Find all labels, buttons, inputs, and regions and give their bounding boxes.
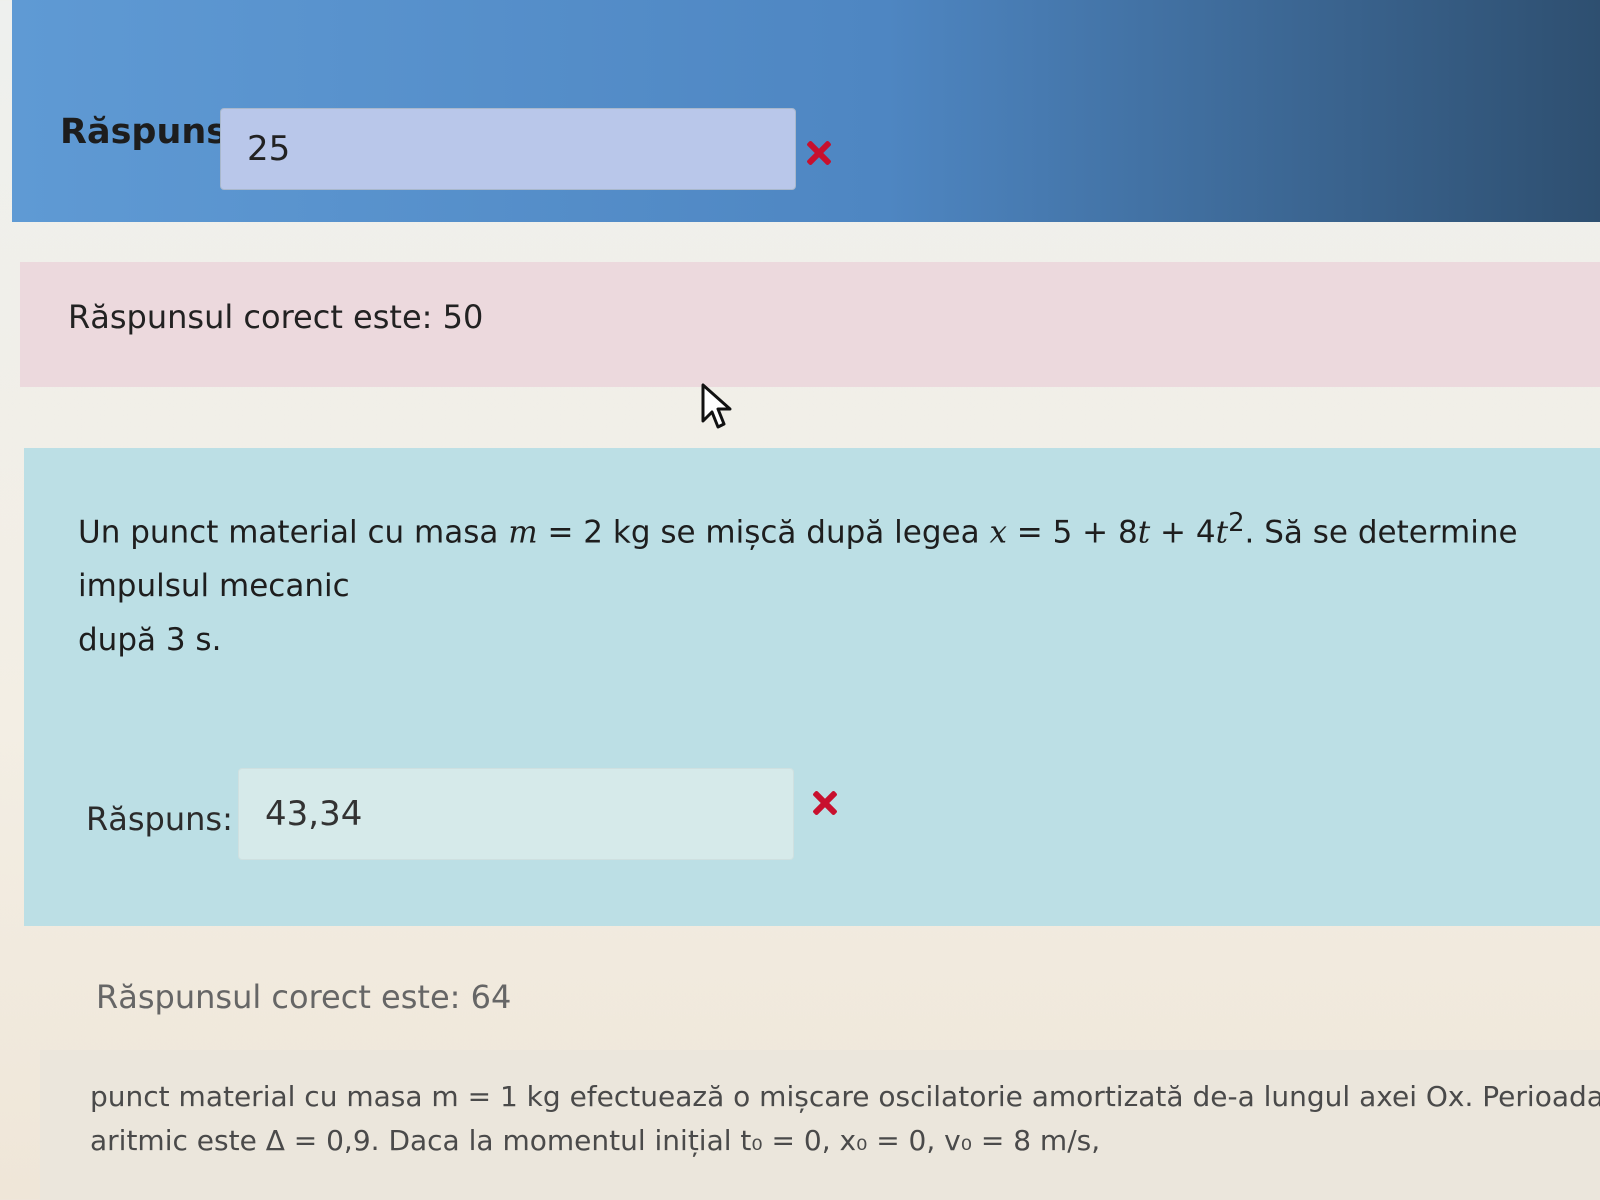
answer-label: Răspuns: bbox=[60, 112, 242, 152]
mouse-cursor-icon bbox=[701, 383, 732, 429]
x-mark-icon bbox=[806, 140, 832, 166]
question-text: Un punct material cu masa m = 2 kg se mi… bbox=[78, 508, 1518, 659]
correct-answer-feedback: Răspunsul corect este: 64 bbox=[40, 950, 1600, 1040]
x-mark-icon bbox=[812, 790, 838, 816]
answer-label: Răspuns: bbox=[86, 800, 233, 838]
answer-input[interactable] bbox=[220, 108, 796, 190]
correct-answer-feedback: Răspunsul corect este: 50 bbox=[20, 262, 1600, 387]
correct-answer-text: Răspunsul corect este: 50 bbox=[68, 298, 484, 336]
answer-block-1: Răspuns: bbox=[12, 0, 1600, 222]
next-question-block: punct material cu masa m = 1 kg efectuea… bbox=[40, 1050, 1600, 1200]
next-question-text: punct material cu masa m = 1 kg efectuea… bbox=[90, 1080, 1600, 1157]
correct-answer-text: Răspunsul corect este: 64 bbox=[96, 978, 512, 1016]
answer-input[interactable] bbox=[238, 768, 794, 860]
question-block: Un punct material cu masa m = 2 kg se mi… bbox=[24, 448, 1600, 926]
